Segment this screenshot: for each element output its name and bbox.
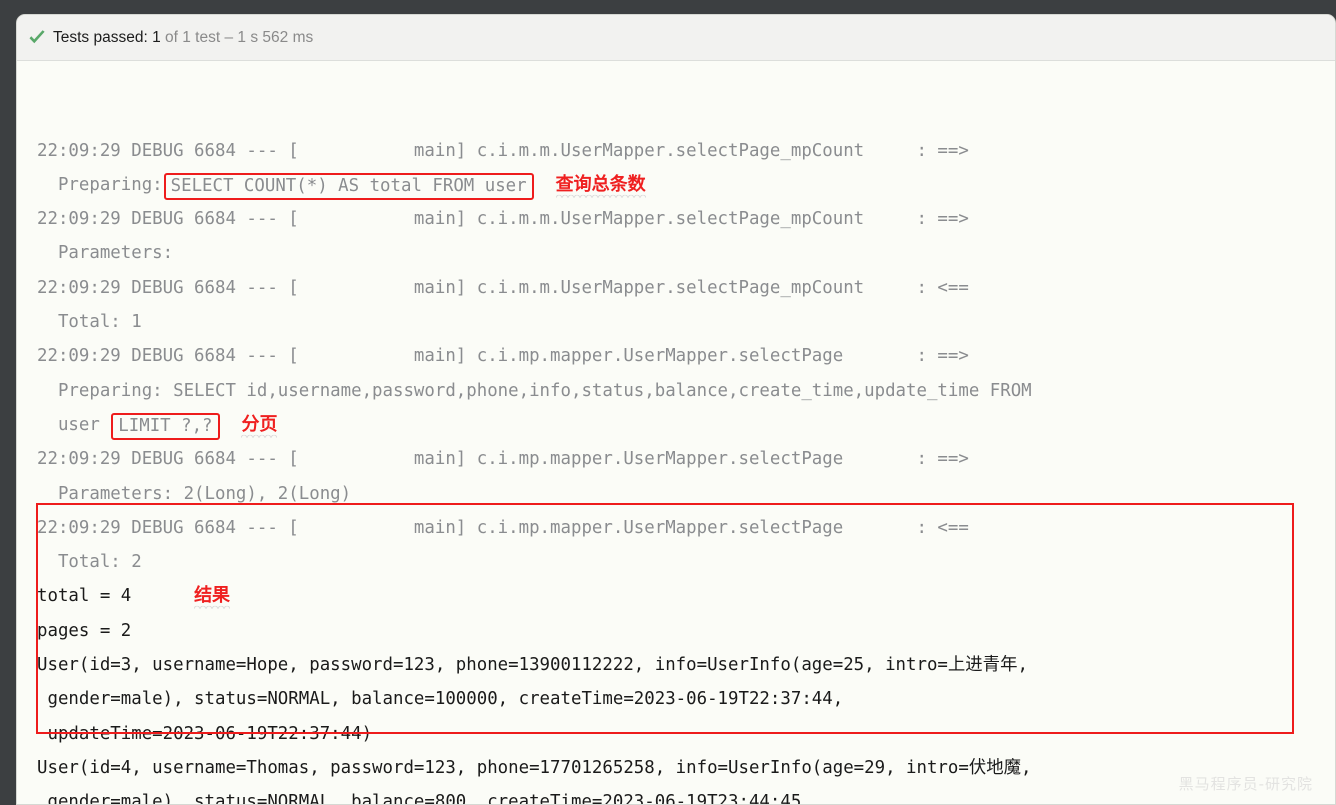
tests-total-detail: of 1 test <box>160 28 225 46</box>
console-output[interactable]: 22:09:29 DEBUG 6684 --- [ main] c.i.m.m.… <box>17 61 1335 805</box>
console-line: updateTime=2023-06-19T22:37:44) <box>17 717 1335 751</box>
tests-passed-count: 1 <box>147 28 161 46</box>
console-text: 22:09:29 DEBUG 6684 --- [ main] c.i.mp.m… <box>37 517 969 538</box>
console-text: 22:09:29 DEBUG 6684 --- [ main] c.i.mp.m… <box>37 346 969 367</box>
console-line-list: 22:09:29 DEBUG 6684 --- [ main] c.i.m.m.… <box>17 134 1335 805</box>
checkmark-icon <box>29 29 45 43</box>
console-text: Preparing: <box>37 174 163 195</box>
console-text: Total: 1 <box>37 312 142 333</box>
sql-highlight-box: LIMIT ?,? <box>111 412 220 440</box>
console-text: Parameters: 2(Long), 2(Long) <box>37 483 352 504</box>
console-text: Preparing: SELECT id,username,password,p… <box>37 380 1032 401</box>
console-text: Parameters: <box>37 243 184 264</box>
watermark: 黑马程序员-研究院 <box>1178 774 1313 793</box>
console-line: 22:09:29 DEBUG 6684 --- [ main] c.i.mp.m… <box>17 511 1335 545</box>
test-status-bar: Tests passed: 1 of 1 test – 1 s 562 ms <box>17 15 1335 61</box>
red-annotation: 查询总条数 <box>555 173 646 195</box>
console-line: user LIMIT ?,? 分页 <box>17 408 1335 442</box>
console-text: updateTime=2023-06-19T22:37:44) <box>37 723 373 744</box>
console-text: 22:09:29 DEBUG 6684 --- [ main] c.i.m.m.… <box>37 140 969 161</box>
console-text: pages = 2 <box>37 620 132 641</box>
console-line: Total: 2 <box>17 545 1335 579</box>
console-line: 22:09:29 DEBUG 6684 --- [ main] c.i.m.m.… <box>17 134 1335 168</box>
console-text: Total: 2 <box>37 552 142 573</box>
console-line: Parameters: <box>17 236 1335 270</box>
console-text: total = 4 <box>37 586 132 607</box>
sql-highlight-box: SELECT COUNT(*) AS total FROM user <box>163 172 534 200</box>
console-text: 22:09:29 DEBUG 6684 --- [ main] c.i.m.m.… <box>37 277 969 298</box>
console-line: pages = 2 <box>17 614 1335 648</box>
console-text: gender=male), status=NORMAL, balance=800… <box>37 792 812 805</box>
console-text: user <box>37 414 111 435</box>
console-line: User(id=4, username=Thomas, password=123… <box>17 751 1335 785</box>
console-line: gender=male), status=NORMAL, balance=800… <box>17 785 1335 805</box>
console-text: gender=male), status=NORMAL, balance=100… <box>37 689 844 710</box>
console-text: User(id=3, username=Hope, password=123, … <box>37 655 1028 676</box>
console-text: 22:09:29 DEBUG 6684 --- [ main] c.i.m.m.… <box>37 209 969 230</box>
status-separator: – <box>224 28 234 46</box>
console-line: gender=male), status=NORMAL, balance=100… <box>17 682 1335 716</box>
test-duration: 1 s 562 ms <box>233 28 314 46</box>
console-line: 22:09:29 DEBUG 6684 --- [ main] c.i.mp.m… <box>17 339 1335 373</box>
console-line: 22:09:29 DEBUG 6684 --- [ main] c.i.m.m.… <box>17 271 1335 305</box>
console-line: Parameters: 2(Long), 2(Long) <box>17 477 1335 511</box>
console-line: Preparing: SELECT COUNT(*) AS total FROM … <box>17 168 1335 202</box>
console-line: User(id=3, username=Hope, password=123, … <box>17 648 1335 682</box>
console-line: 22:09:29 DEBUG 6684 --- [ main] c.i.mp.m… <box>17 442 1335 476</box>
console-line: 22:09:29 DEBUG 6684 --- [ main] c.i.m.m.… <box>17 202 1335 236</box>
console-line: total = 4 结果 <box>17 579 1335 613</box>
console-text: 22:09:29 DEBUG 6684 --- [ main] c.i.mp.m… <box>37 449 969 470</box>
red-annotation: 分页 <box>241 413 278 435</box>
console-line: Preparing: SELECT id,username,password,p… <box>17 374 1335 408</box>
red-annotation: 结果 <box>194 585 231 607</box>
console-text: User(id=4, username=Thomas, password=123… <box>37 757 1032 778</box>
console-line: Total: 1 <box>17 305 1335 339</box>
test-runner-window: Tests passed: 1 of 1 test – 1 s 562 ms 2… <box>16 14 1336 805</box>
tests-passed-label: Tests passed: <box>53 28 148 46</box>
